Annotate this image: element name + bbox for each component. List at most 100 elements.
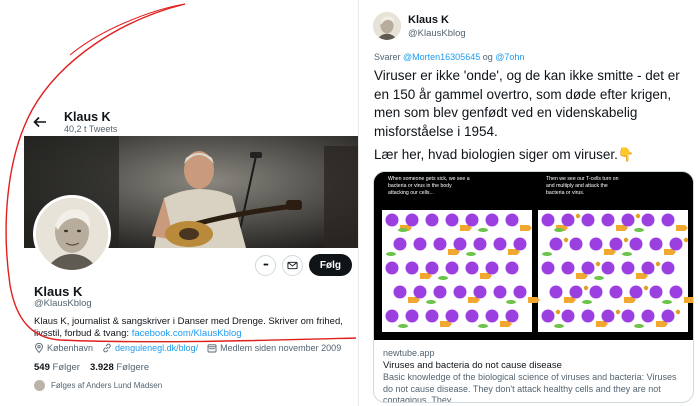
cell	[433, 237, 447, 251]
cell	[485, 261, 499, 275]
profile-avatar[interactable]	[33, 195, 111, 273]
reply-context: Svarer @Morten16305645 og @7ohn	[374, 52, 524, 62]
tweet-author-avatar[interactable]	[373, 12, 401, 40]
followers-label: Følgere	[116, 362, 150, 373]
cell	[393, 285, 407, 299]
virus	[634, 228, 644, 232]
virus	[386, 252, 396, 256]
profile-meta: København dengulenegl.dk/blog/ Medlem si…	[34, 343, 341, 353]
cell	[561, 261, 575, 275]
card-description: Basic knowledge of the biological scienc…	[383, 372, 677, 403]
virus	[634, 324, 644, 328]
card-image: When someone gets sick, we see a bacteria…	[374, 172, 693, 340]
cell	[473, 285, 487, 299]
follow-stats: 549 Følger 3.928 Følgere	[34, 362, 149, 373]
virus	[426, 300, 436, 304]
cell	[581, 213, 595, 227]
cell	[433, 285, 447, 299]
following-label: Følger	[52, 362, 80, 373]
cell	[569, 285, 583, 299]
followed-by[interactable]: Følges af Anders Lund Madsen	[34, 380, 162, 391]
tweet-text-2: Lær her, hvad biologien siger om viruser…	[374, 147, 635, 162]
followers-count: 3.928	[89, 362, 114, 373]
cell	[661, 213, 675, 227]
website-link[interactable]: dengulenegl.dk/blog/	[115, 343, 198, 353]
back-button[interactable]	[32, 114, 48, 130]
virus	[438, 276, 448, 280]
cell	[541, 261, 555, 275]
profile-actions: ••• Følg	[254, 254, 352, 276]
cell	[621, 309, 635, 323]
cell	[569, 237, 583, 251]
cell	[405, 213, 419, 227]
cell	[669, 237, 683, 251]
reply-user-link-1[interactable]: @Morten16305645	[403, 52, 480, 62]
cell	[609, 285, 623, 299]
link-preview-card[interactable]: When someone gets sick, we see a bacteria…	[373, 171, 694, 403]
message-button[interactable]	[281, 254, 303, 276]
card-domain: newtube.app	[383, 348, 435, 358]
cell	[581, 261, 595, 275]
reply-and: og	[480, 52, 496, 62]
follow-button[interactable]: Følg	[308, 254, 352, 276]
joined-item: Medlem siden november 2009	[207, 343, 341, 353]
cell	[385, 213, 399, 227]
cell	[465, 261, 479, 275]
virus	[622, 252, 632, 256]
following-stat[interactable]: 549 Følger	[34, 362, 80, 373]
card-title: Viruses and bacteria do not cause diseas…	[383, 360, 562, 371]
bio-link[interactable]: facebook.com/KlausKblog	[132, 328, 242, 339]
cell	[589, 285, 603, 299]
following-count: 549	[34, 362, 50, 373]
more-options-button[interactable]: •••	[254, 254, 276, 276]
cell	[541, 309, 555, 323]
cell	[453, 237, 467, 251]
cell	[425, 261, 439, 275]
website-item: dengulenegl.dk/blog/	[102, 343, 198, 353]
topbar-display-name: Klaus K	[64, 110, 111, 124]
cell	[405, 309, 419, 323]
profile-panel: Klaus K 40,2 t Tweets ••• Følg Klaus K @…	[0, 0, 360, 406]
t-cell	[583, 285, 589, 291]
cell	[513, 285, 527, 299]
virus	[594, 276, 604, 280]
virus	[398, 228, 408, 232]
cell	[393, 237, 407, 251]
cell	[473, 237, 487, 251]
cell	[641, 309, 655, 323]
virus	[554, 228, 564, 232]
calendar-icon	[207, 344, 217, 353]
cell	[453, 285, 467, 299]
cell	[641, 261, 655, 275]
bacteria	[684, 297, 693, 303]
followers-stat[interactable]: 3.928 Følgere	[90, 362, 149, 373]
profile-bio: Klaus K, journalist & sangskriver i Dans…	[34, 316, 354, 340]
virus	[398, 324, 408, 328]
cell	[549, 285, 563, 299]
cell	[465, 309, 479, 323]
t-cell	[675, 309, 681, 315]
virus	[506, 300, 516, 304]
virus	[466, 252, 476, 256]
t-cell	[615, 309, 621, 315]
cell	[493, 237, 507, 251]
cell	[465, 213, 479, 227]
cell	[493, 285, 507, 299]
reply-user-link-2[interactable]: @7ohn	[495, 52, 524, 62]
cell	[405, 261, 419, 275]
cell	[413, 237, 427, 251]
cell	[541, 213, 555, 227]
cell	[505, 261, 519, 275]
t-cell	[643, 285, 649, 291]
mail-icon	[287, 261, 298, 269]
t-cell	[623, 237, 629, 243]
t-cell	[655, 261, 661, 267]
cell	[445, 309, 459, 323]
tweet-author-handle: @KlausKblog	[408, 28, 466, 39]
cell	[413, 285, 427, 299]
cell	[485, 213, 499, 227]
cell	[629, 237, 643, 251]
tweet-author-name[interactable]: Klaus K	[408, 14, 449, 26]
virus	[582, 300, 592, 304]
t-cell	[595, 261, 601, 267]
